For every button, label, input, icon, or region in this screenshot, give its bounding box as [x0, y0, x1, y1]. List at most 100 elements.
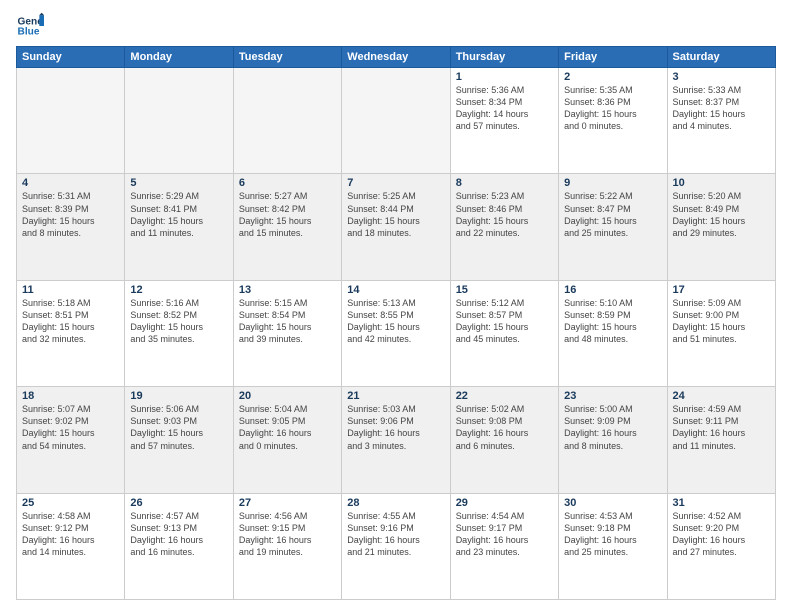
calendar-cell — [342, 68, 450, 174]
day-info: Sunrise: 4:55 AM Sunset: 9:16 PM Dayligh… — [347, 510, 444, 559]
day-number: 6 — [239, 177, 336, 189]
day-info: Sunrise: 5:31 AM Sunset: 8:39 PM Dayligh… — [22, 190, 119, 239]
week-row-2: 4Sunrise: 5:31 AM Sunset: 8:39 PM Daylig… — [17, 174, 776, 280]
day-number: 31 — [673, 497, 770, 509]
day-info: Sunrise: 5:36 AM Sunset: 8:34 PM Dayligh… — [456, 84, 553, 133]
calendar-cell: 6Sunrise: 5:27 AM Sunset: 8:42 PM Daylig… — [233, 174, 341, 280]
day-info: Sunrise: 5:07 AM Sunset: 9:02 PM Dayligh… — [22, 403, 119, 452]
calendar-cell: 4Sunrise: 5:31 AM Sunset: 8:39 PM Daylig… — [17, 174, 125, 280]
day-info: Sunrise: 5:29 AM Sunset: 8:41 PM Dayligh… — [130, 190, 227, 239]
col-header-wednesday: Wednesday — [342, 47, 450, 68]
day-number: 23 — [564, 390, 661, 402]
calendar-cell — [17, 68, 125, 174]
calendar-cell: 15Sunrise: 5:12 AM Sunset: 8:57 PM Dayli… — [450, 280, 558, 386]
col-header-saturday: Saturday — [667, 47, 775, 68]
day-info: Sunrise: 5:13 AM Sunset: 8:55 PM Dayligh… — [347, 297, 444, 346]
day-number: 5 — [130, 177, 227, 189]
calendar-cell: 8Sunrise: 5:23 AM Sunset: 8:46 PM Daylig… — [450, 174, 558, 280]
calendar-cell — [233, 68, 341, 174]
day-number: 4 — [22, 177, 119, 189]
day-number: 18 — [22, 390, 119, 402]
day-number: 24 — [673, 390, 770, 402]
day-number: 14 — [347, 284, 444, 296]
week-row-4: 18Sunrise: 5:07 AM Sunset: 9:02 PM Dayli… — [17, 387, 776, 493]
day-info: Sunrise: 5:15 AM Sunset: 8:54 PM Dayligh… — [239, 297, 336, 346]
calendar-cell: 24Sunrise: 4:59 AM Sunset: 9:11 PM Dayli… — [667, 387, 775, 493]
day-number: 27 — [239, 497, 336, 509]
calendar-cell: 9Sunrise: 5:22 AM Sunset: 8:47 PM Daylig… — [559, 174, 667, 280]
day-number: 8 — [456, 177, 553, 189]
day-info: Sunrise: 4:54 AM Sunset: 9:17 PM Dayligh… — [456, 510, 553, 559]
calendar-cell: 17Sunrise: 5:09 AM Sunset: 9:00 PM Dayli… — [667, 280, 775, 386]
day-number: 9 — [564, 177, 661, 189]
day-info: Sunrise: 5:35 AM Sunset: 8:36 PM Dayligh… — [564, 84, 661, 133]
day-info: Sunrise: 5:12 AM Sunset: 8:57 PM Dayligh… — [456, 297, 553, 346]
day-info: Sunrise: 4:56 AM Sunset: 9:15 PM Dayligh… — [239, 510, 336, 559]
day-number: 15 — [456, 284, 553, 296]
col-header-sunday: Sunday — [17, 47, 125, 68]
calendar-cell: 31Sunrise: 4:52 AM Sunset: 9:20 PM Dayli… — [667, 493, 775, 599]
day-info: Sunrise: 4:58 AM Sunset: 9:12 PM Dayligh… — [22, 510, 119, 559]
week-row-1: 1Sunrise: 5:36 AM Sunset: 8:34 PM Daylig… — [17, 68, 776, 174]
calendar-cell: 3Sunrise: 5:33 AM Sunset: 8:37 PM Daylig… — [667, 68, 775, 174]
logo-icon: General Blue — [16, 12, 44, 40]
calendar-cell: 18Sunrise: 5:07 AM Sunset: 9:02 PM Dayli… — [17, 387, 125, 493]
day-number: 7 — [347, 177, 444, 189]
calendar-cell: 11Sunrise: 5:18 AM Sunset: 8:51 PM Dayli… — [17, 280, 125, 386]
day-info: Sunrise: 5:09 AM Sunset: 9:00 PM Dayligh… — [673, 297, 770, 346]
col-header-thursday: Thursday — [450, 47, 558, 68]
day-number: 28 — [347, 497, 444, 509]
calendar-cell: 21Sunrise: 5:03 AM Sunset: 9:06 PM Dayli… — [342, 387, 450, 493]
day-info: Sunrise: 5:27 AM Sunset: 8:42 PM Dayligh… — [239, 190, 336, 239]
calendar-cell: 5Sunrise: 5:29 AM Sunset: 8:41 PM Daylig… — [125, 174, 233, 280]
day-info: Sunrise: 4:52 AM Sunset: 9:20 PM Dayligh… — [673, 510, 770, 559]
day-number: 3 — [673, 71, 770, 83]
day-info: Sunrise: 5:23 AM Sunset: 8:46 PM Dayligh… — [456, 190, 553, 239]
col-header-friday: Friday — [559, 47, 667, 68]
day-info: Sunrise: 5:22 AM Sunset: 8:47 PM Dayligh… — [564, 190, 661, 239]
day-info: Sunrise: 4:59 AM Sunset: 9:11 PM Dayligh… — [673, 403, 770, 452]
day-number: 21 — [347, 390, 444, 402]
page: General Blue SundayMondayTuesdayWednesda… — [0, 0, 792, 612]
day-number: 1 — [456, 71, 553, 83]
calendar-cell: 25Sunrise: 4:58 AM Sunset: 9:12 PM Dayli… — [17, 493, 125, 599]
calendar-cell: 29Sunrise: 4:54 AM Sunset: 9:17 PM Dayli… — [450, 493, 558, 599]
calendar-cell: 20Sunrise: 5:04 AM Sunset: 9:05 PM Dayli… — [233, 387, 341, 493]
header-row: SundayMondayTuesdayWednesdayThursdayFrid… — [17, 47, 776, 68]
day-number: 20 — [239, 390, 336, 402]
day-number: 11 — [22, 284, 119, 296]
calendar-cell: 2Sunrise: 5:35 AM Sunset: 8:36 PM Daylig… — [559, 68, 667, 174]
col-header-monday: Monday — [125, 47, 233, 68]
day-number: 2 — [564, 71, 661, 83]
day-info: Sunrise: 5:06 AM Sunset: 9:03 PM Dayligh… — [130, 403, 227, 452]
day-number: 13 — [239, 284, 336, 296]
day-info: Sunrise: 4:53 AM Sunset: 9:18 PM Dayligh… — [564, 510, 661, 559]
calendar-cell: 16Sunrise: 5:10 AM Sunset: 8:59 PM Dayli… — [559, 280, 667, 386]
day-info: Sunrise: 5:00 AM Sunset: 9:09 PM Dayligh… — [564, 403, 661, 452]
calendar-cell: 27Sunrise: 4:56 AM Sunset: 9:15 PM Dayli… — [233, 493, 341, 599]
calendar-cell: 19Sunrise: 5:06 AM Sunset: 9:03 PM Dayli… — [125, 387, 233, 493]
day-number: 30 — [564, 497, 661, 509]
calendar-cell: 1Sunrise: 5:36 AM Sunset: 8:34 PM Daylig… — [450, 68, 558, 174]
day-info: Sunrise: 5:04 AM Sunset: 9:05 PM Dayligh… — [239, 403, 336, 452]
day-number: 26 — [130, 497, 227, 509]
day-number: 16 — [564, 284, 661, 296]
calendar-cell: 30Sunrise: 4:53 AM Sunset: 9:18 PM Dayli… — [559, 493, 667, 599]
day-info: Sunrise: 5:20 AM Sunset: 8:49 PM Dayligh… — [673, 190, 770, 239]
calendar-cell: 14Sunrise: 5:13 AM Sunset: 8:55 PM Dayli… — [342, 280, 450, 386]
day-info: Sunrise: 5:33 AM Sunset: 8:37 PM Dayligh… — [673, 84, 770, 133]
day-info: Sunrise: 5:02 AM Sunset: 9:08 PM Dayligh… — [456, 403, 553, 452]
calendar-cell: 12Sunrise: 5:16 AM Sunset: 8:52 PM Dayli… — [125, 280, 233, 386]
calendar-cell: 22Sunrise: 5:02 AM Sunset: 9:08 PM Dayli… — [450, 387, 558, 493]
day-number: 12 — [130, 284, 227, 296]
week-row-5: 25Sunrise: 4:58 AM Sunset: 9:12 PM Dayli… — [17, 493, 776, 599]
day-number: 25 — [22, 497, 119, 509]
calendar-cell: 7Sunrise: 5:25 AM Sunset: 8:44 PM Daylig… — [342, 174, 450, 280]
day-info: Sunrise: 5:16 AM Sunset: 8:52 PM Dayligh… — [130, 297, 227, 346]
col-header-tuesday: Tuesday — [233, 47, 341, 68]
day-info: Sunrise: 5:03 AM Sunset: 9:06 PM Dayligh… — [347, 403, 444, 452]
day-info: Sunrise: 5:25 AM Sunset: 8:44 PM Dayligh… — [347, 190, 444, 239]
day-info: Sunrise: 4:57 AM Sunset: 9:13 PM Dayligh… — [130, 510, 227, 559]
day-info: Sunrise: 5:10 AM Sunset: 8:59 PM Dayligh… — [564, 297, 661, 346]
day-number: 19 — [130, 390, 227, 402]
